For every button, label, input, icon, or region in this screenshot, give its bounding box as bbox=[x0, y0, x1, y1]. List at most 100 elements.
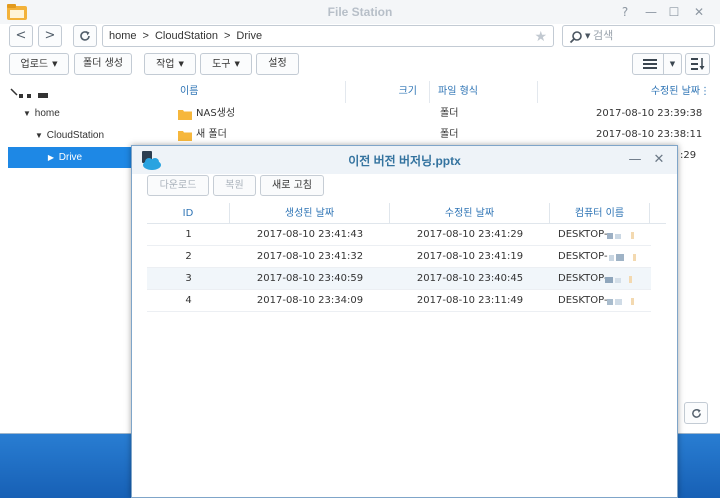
version-id: 4 bbox=[185, 295, 192, 306]
version-computer: DESKTOP- bbox=[558, 251, 608, 262]
chevron-down-icon: ▼ bbox=[52, 60, 58, 68]
collapsed-arrow-icon[interactable]: ▶ bbox=[46, 147, 56, 168]
version-id: 2 bbox=[185, 251, 192, 262]
upload-button[interactable]: 업로드 ▼ bbox=[9, 53, 69, 75]
tree-item-label: CloudStation bbox=[46, 130, 105, 141]
minimize-icon[interactable]: — bbox=[626, 151, 644, 169]
column-header-created[interactable]: 생성된 날짜 bbox=[230, 203, 390, 224]
redacted-blur bbox=[607, 298, 634, 305]
file-type: 폴더 bbox=[440, 108, 459, 119]
version-created: 2017-08-10 23:40:59 bbox=[256, 273, 364, 284]
help-icon[interactable]: ? bbox=[616, 3, 634, 21]
refresh-button[interactable]: 새로 고침 bbox=[260, 175, 324, 196]
star-icon[interactable]: ★ bbox=[534, 26, 547, 46]
table-row[interactable]: 2 2017-08-10 23:41:32 2017-08-10 23:41:1… bbox=[147, 246, 651, 268]
upload-label: 업로드 bbox=[20, 59, 49, 70]
file-row[interactable]: 새 폴더 폴더 2017-08-10 23:38:11 bbox=[168, 124, 708, 146]
column-header-id[interactable]: ID bbox=[147, 203, 230, 224]
refresh-icon bbox=[80, 31, 90, 41]
tree-item-home[interactable]: ▼ home bbox=[8, 103, 160, 124]
version-modified: 2017-08-10 23:11:49 bbox=[416, 295, 524, 306]
column-menu-icon[interactable]: ⋮ bbox=[699, 81, 711, 103]
collapse-all-icon[interactable] bbox=[10, 88, 52, 100]
version-modified: 2017-08-10 23:41:29 bbox=[416, 229, 524, 240]
version-id: 1 bbox=[185, 229, 192, 240]
close-icon[interactable]: ✕ bbox=[650, 151, 668, 169]
action-label: 작업 bbox=[156, 59, 175, 70]
breadcrumb-cloudstation[interactable]: CloudStation bbox=[155, 26, 218, 46]
refresh-icon bbox=[691, 408, 701, 418]
version-computer: DESKTOP- bbox=[558, 229, 608, 240]
expand-arrow-icon[interactable]: ▼ bbox=[22, 103, 32, 124]
file-type: 폴더 bbox=[440, 129, 459, 140]
file-row[interactable]: NAS생성 폴더 2017-08-10 23:39:38 bbox=[168, 103, 708, 125]
redacted-blur bbox=[607, 232, 634, 239]
file-name: 새 폴더 bbox=[196, 129, 227, 140]
search-placeholder: 검색 bbox=[593, 29, 614, 42]
window-title: File Station bbox=[327, 5, 393, 19]
column-header-modified[interactable]: 수정된 날짜 bbox=[538, 81, 706, 103]
version-created: 2017-08-10 23:41:43 bbox=[256, 229, 364, 240]
column-header-modified[interactable]: 수정된 날짜 bbox=[390, 203, 550, 224]
sort-button[interactable] bbox=[685, 53, 710, 75]
refresh-button[interactable] bbox=[73, 25, 97, 47]
chevron-down-icon: ▼ bbox=[663, 54, 681, 74]
search-icon bbox=[569, 31, 582, 44]
breadcrumb-separator: > bbox=[142, 30, 149, 42]
tools-button[interactable]: 도구 ▼ bbox=[200, 53, 252, 75]
version-id: 3 bbox=[185, 273, 192, 284]
chevron-down-icon: ▼ bbox=[178, 60, 184, 68]
minimize-icon[interactable]: — bbox=[642, 3, 660, 21]
breadcrumb-separator: > bbox=[223, 30, 231, 42]
dialog-title-bar: 이전 버전 버저닝.pptx — ✕ bbox=[132, 146, 677, 174]
version-modified: 2017-08-10 23:40:45 bbox=[416, 273, 524, 284]
breadcrumb-home[interactable]: home bbox=[109, 26, 137, 46]
table-row[interactable]: 1 2017-08-10 23:41:43 2017-08-10 23:41:2… bbox=[147, 224, 651, 246]
address-bar[interactable]: home > CloudStation > Drive ★ bbox=[102, 25, 554, 47]
version-computer: DESKTOP- bbox=[558, 295, 608, 306]
column-header-type[interactable]: 파일 형식 bbox=[430, 81, 538, 103]
list-view-icon bbox=[643, 59, 657, 69]
version-created: 2017-08-10 23:34:09 bbox=[256, 295, 364, 306]
action-button[interactable]: 작업 ▼ bbox=[144, 53, 196, 75]
tools-label: 도구 bbox=[212, 59, 231, 70]
tree-item-label: home bbox=[34, 108, 60, 119]
download-button[interactable]: 다운로드 bbox=[147, 175, 209, 196]
list-refresh-button[interactable] bbox=[684, 402, 708, 424]
view-mode-button[interactable]: ▼ bbox=[632, 53, 682, 75]
chevron-down-icon: ▼ bbox=[234, 60, 240, 68]
title-bar: File Station ? — ☐ ✕ bbox=[0, 0, 720, 24]
expand-arrow-icon[interactable]: ▼ bbox=[34, 125, 44, 146]
forward-button[interactable]: > bbox=[38, 25, 62, 47]
file-modified: 2017-08-10 23:39:38 bbox=[596, 108, 703, 119]
scrollbar[interactable] bbox=[712, 81, 717, 401]
close-icon[interactable]: ✕ bbox=[690, 3, 708, 21]
tree-item-cloudstation[interactable]: ▼ CloudStation bbox=[8, 125, 160, 146]
column-header-name[interactable]: 이름 bbox=[168, 81, 346, 103]
table-row[interactable]: 4 2017-08-10 23:34:09 2017-08-10 23:11:4… bbox=[147, 290, 651, 312]
chevron-down-icon: ▼ bbox=[585, 32, 591, 40]
version-modified: 2017-08-10 23:41:19 bbox=[416, 251, 524, 262]
file-modified: 2017-08-10 23:38:11 bbox=[596, 129, 703, 140]
file-modified: :29 bbox=[680, 150, 697, 161]
version-computer: DESKTOP- bbox=[558, 273, 608, 284]
breadcrumb-drive[interactable]: Drive bbox=[236, 26, 262, 46]
previous-versions-dialog: 이전 버전 버저닝.pptx — ✕ 다운로드 복원 새로 고침 ID 생성된 … bbox=[131, 145, 678, 498]
file-name: NAS생성 bbox=[196, 108, 236, 119]
redacted-blur bbox=[605, 276, 632, 283]
table-row[interactable]: 3 2017-08-10 23:40:59 2017-08-10 23:40:4… bbox=[147, 268, 651, 290]
new-folder-button[interactable]: 폴더 생성 bbox=[74, 53, 132, 75]
folder-icon bbox=[178, 131, 192, 141]
version-created: 2017-08-10 23:41:32 bbox=[256, 251, 364, 262]
back-button[interactable]: < bbox=[9, 25, 33, 47]
settings-button[interactable]: 설정 bbox=[256, 53, 299, 75]
column-header-size[interactable]: 크기 bbox=[346, 81, 430, 103]
restore-button[interactable]: 복원 bbox=[213, 175, 256, 196]
dialog-title: 이전 버전 버저닝.pptx bbox=[348, 154, 461, 168]
maximize-icon[interactable]: ☐ bbox=[665, 3, 683, 21]
column-header-computer[interactable]: 컴퓨터 이름 bbox=[550, 203, 650, 224]
folder-icon bbox=[178, 110, 192, 120]
tree-item-label: Drive bbox=[58, 152, 83, 163]
versions-table-header: ID 생성된 날짜 수정된 날짜 컴퓨터 이름 bbox=[147, 203, 666, 224]
search-input[interactable]: ▼ 검색 bbox=[562, 25, 715, 47]
